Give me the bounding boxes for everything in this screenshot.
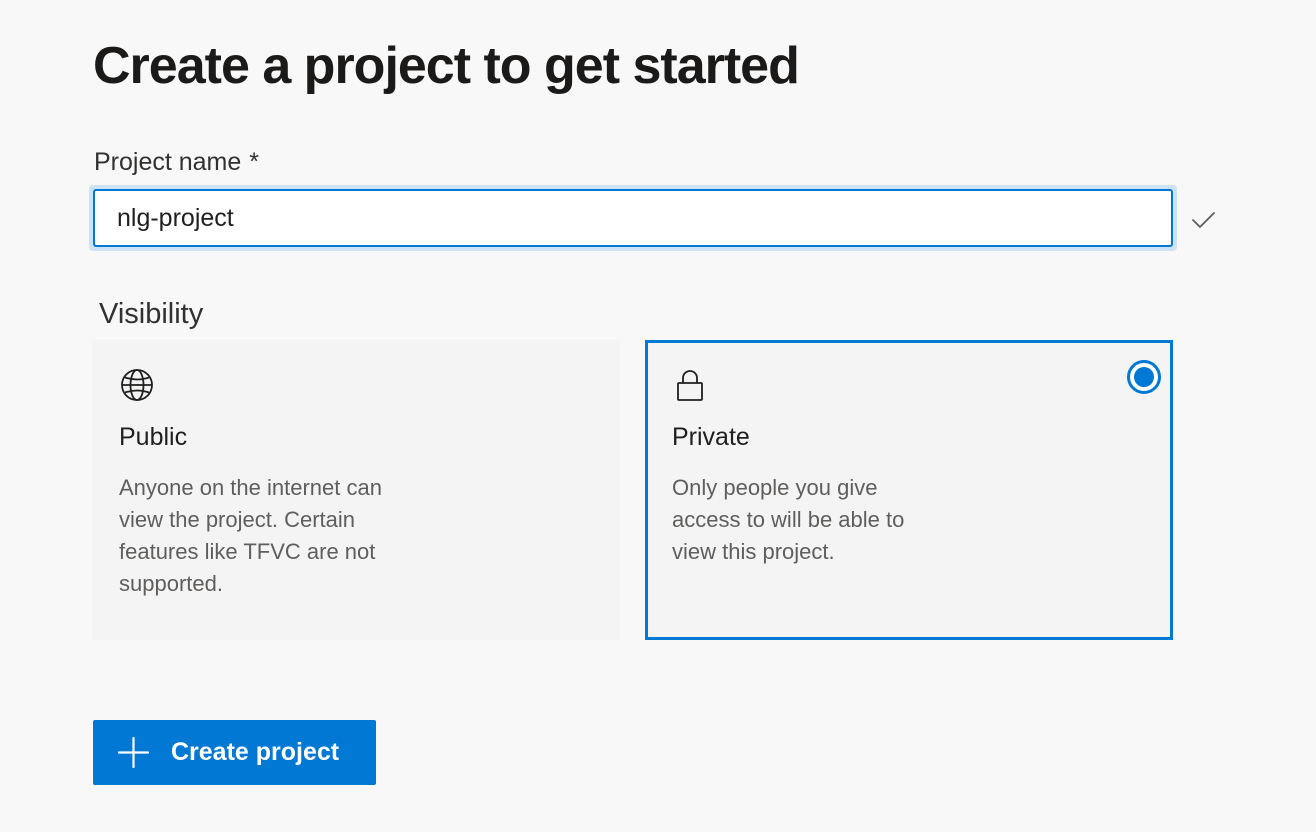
required-marker: *	[249, 148, 260, 176]
visibility-label: Visibility	[99, 298, 204, 330]
create-project-label: Create project	[171, 738, 340, 766]
public-option-description: Anyone on the internet can view the proj…	[119, 475, 382, 596]
visibility-option-public[interactable]: Public Anyone on the internet can view t…	[92, 340, 620, 640]
private-option-description: Only people you give access to will be a…	[672, 475, 905, 564]
globe-icon	[121, 369, 153, 401]
project-name-input[interactable]	[95, 191, 1171, 245]
lock-icon	[677, 370, 703, 401]
checkmark-icon	[1192, 212, 1215, 228]
create-project-button[interactable]: Create project	[93, 720, 376, 785]
project-name-field-focus-ring	[89, 185, 1177, 251]
plus-icon	[117, 736, 150, 769]
project-name-field-border	[93, 189, 1173, 247]
visibility-option-private[interactable]: Private Only people you give access to w…	[645, 340, 1173, 640]
private-option-title: Private	[672, 423, 750, 451]
public-option-title: Public	[119, 423, 188, 451]
radio-selected-dot	[1134, 367, 1154, 387]
page-title: Create a project to get started	[93, 37, 800, 95]
project-name-label: Project name *	[94, 145, 259, 179]
project-name-label-text: Project name	[94, 148, 242, 176]
private-radio-button[interactable]	[1127, 360, 1161, 394]
